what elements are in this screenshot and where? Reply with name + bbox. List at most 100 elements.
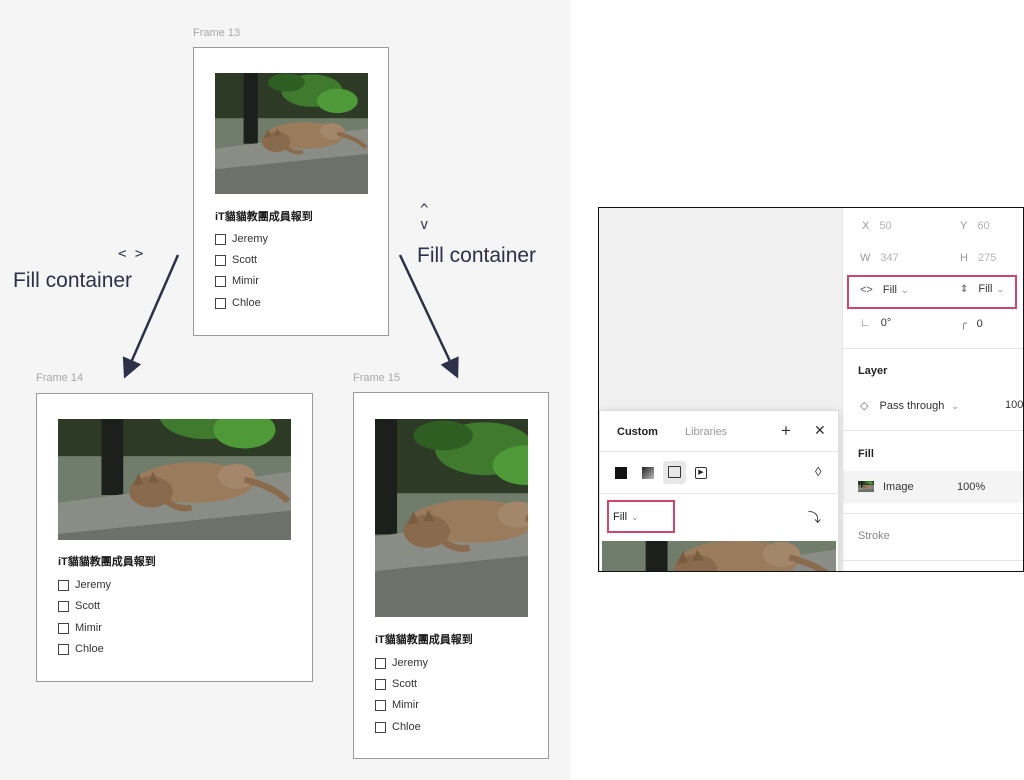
checkbox-item-mimir[interactable]: Mimir xyxy=(58,622,102,634)
frame-14-label[interactable]: Frame 14 xyxy=(36,372,83,384)
tab-custom[interactable]: Custom xyxy=(617,426,658,438)
add-icon[interactable]: + xyxy=(781,422,791,439)
y-value[interactable]: 60 xyxy=(977,220,989,232)
cat-photo xyxy=(58,419,291,540)
checkbox[interactable] xyxy=(215,297,226,309)
checkbox-item-scott[interactable]: Scott xyxy=(215,254,257,266)
design-properties-panel: X 50 Y 60 W 347 H 275 <> Fill ⌄ ⇕ Fill ⌄ ∟ 0° ╭ 0 … xyxy=(842,208,1023,571)
checkbox-label: Chloe xyxy=(392,721,421,733)
cat-photo xyxy=(215,73,368,194)
x-field[interactable]: X 50 xyxy=(862,220,892,232)
image-scale-mode-dropdown[interactable]: Fill ⌄ xyxy=(613,511,639,523)
gradient-fill-icon[interactable] xyxy=(642,467,654,479)
layer-section-title: Layer xyxy=(858,365,888,377)
height-field[interactable]: H 275 xyxy=(960,252,996,264)
vertical-resize-icon: ⇕ xyxy=(960,284,969,295)
horizontal-resizing-dropdown[interactable]: <> Fill ⌄ xyxy=(860,284,908,296)
checkbox-label: Jeremy xyxy=(392,657,429,669)
checkbox-label: Scott xyxy=(392,678,418,690)
checkbox-item-chloe[interactable]: Chloe xyxy=(215,297,261,309)
image-icon xyxy=(668,466,681,478)
checkbox-item-scott[interactable]: Scott xyxy=(58,600,100,612)
x-label: X xyxy=(862,220,870,232)
solid-fill-icon[interactable] xyxy=(615,467,627,479)
rotation-field[interactable]: ∟ 0° xyxy=(860,317,891,329)
w-value[interactable]: 347 xyxy=(880,252,898,264)
chevron-down-icon: ⌄ xyxy=(996,284,1004,294)
checkbox-item-mimir[interactable]: Mimir xyxy=(215,275,259,287)
arrow-left xyxy=(122,254,180,379)
vertical-resizing-dropdown[interactable]: ⇕ Fill ⌄ xyxy=(960,283,1004,295)
h-value[interactable]: 275 xyxy=(978,252,996,264)
checkbox-label: Chloe xyxy=(232,297,261,309)
checkbox[interactable] xyxy=(215,254,226,266)
blend-drop-icon[interactable]: ◊ xyxy=(815,465,821,478)
close-icon[interactable]: ✕ xyxy=(814,423,826,437)
arrow-right xyxy=(398,254,459,379)
image-fill-tab[interactable] xyxy=(663,461,686,484)
blend-mode-icon: ◇ xyxy=(860,400,869,412)
x-value[interactable]: 50 xyxy=(879,220,891,232)
design-canvas[interactable]: Frame 13 iT貓貓教團成員報到 Jeremy Scott Mimir C… xyxy=(0,0,570,780)
checkbox-label: Mimir xyxy=(75,622,102,634)
checkbox[interactable] xyxy=(375,721,386,733)
corner-radius-icon: ╭ xyxy=(960,318,967,330)
vertical-resize-icon-down: v xyxy=(420,217,429,233)
checkbox[interactable] xyxy=(58,643,69,655)
checkbox[interactable] xyxy=(58,622,69,634)
corner-radius-field[interactable]: ╭ 0 xyxy=(960,317,983,330)
fill-image-thumbnail[interactable] xyxy=(858,481,874,492)
stroke-section-title: Stroke xyxy=(858,530,890,542)
checkbox-item-jeremy[interactable]: Jeremy xyxy=(215,233,268,245)
properties-panel-screenshot: X 50 Y 60 W 347 H 275 <> Fill ⌄ ⇕ Fill ⌄ ∟ 0° ╭ 0 … xyxy=(598,207,1024,572)
checkbox[interactable] xyxy=(375,657,386,669)
rotation-value[interactable]: 0° xyxy=(881,317,892,329)
video-fill-icon[interactable]: ▶ xyxy=(695,467,707,479)
horizontal-resize-icon: < > xyxy=(118,246,144,262)
frame-14[interactable]: iT貓貓教團成員報到 Jeremy Scott Mimir Chloe xyxy=(36,393,313,682)
checkbox-label: Jeremy xyxy=(75,579,112,591)
checkbox[interactable] xyxy=(215,233,226,245)
checkbox[interactable] xyxy=(215,275,226,287)
blend-mode-dropdown[interactable]: ◇ Pass through ⌄ xyxy=(860,399,959,412)
fill-type-label[interactable]: Image xyxy=(883,481,914,493)
blend-mode-value: Pass through xyxy=(879,400,945,412)
checkbox-item-scott[interactable]: Scott xyxy=(375,678,417,690)
checkbox[interactable] xyxy=(375,699,386,711)
h-label: H xyxy=(960,252,968,264)
radius-value[interactable]: 0 xyxy=(977,318,983,330)
y-label: Y xyxy=(960,220,968,232)
checkbox-item-mimir[interactable]: Mimir xyxy=(375,699,419,711)
scale-mode-value: Fill xyxy=(613,511,628,523)
checkbox-label: Chloe xyxy=(75,643,104,655)
width-field[interactable]: W 347 xyxy=(860,252,899,264)
rotation-icon: ∟ xyxy=(860,317,871,329)
card-title: iT貓貓教團成員報到 xyxy=(375,634,473,646)
checkbox[interactable] xyxy=(58,579,69,591)
divider xyxy=(843,430,1023,431)
checkbox-item-chloe[interactable]: Chloe xyxy=(375,721,421,733)
checkbox[interactable] xyxy=(375,678,386,690)
fill-opacity-value[interactable]: 100% xyxy=(957,481,985,493)
y-field[interactable]: Y 60 xyxy=(960,220,990,232)
layer-opacity-value[interactable]: 100 xyxy=(1005,399,1023,411)
checkbox-item-jeremy[interactable]: Jeremy xyxy=(58,579,111,591)
chevron-down-icon: ⌄ xyxy=(631,512,639,522)
image-preview[interactable] xyxy=(602,541,836,572)
frame-13-label[interactable]: Frame 13 xyxy=(193,27,240,39)
frame-13[interactable]: iT貓貓教團成員報到 Jeremy Scott Mimir Chloe xyxy=(193,47,389,336)
frame-15-label[interactable]: Frame 15 xyxy=(353,372,400,384)
cat-photo xyxy=(375,419,528,617)
checkbox-label: Jeremy xyxy=(232,233,269,245)
checkbox[interactable] xyxy=(58,600,69,612)
checkbox-item-jeremy[interactable]: Jeremy xyxy=(375,657,428,669)
chevron-down-icon: ⌄ xyxy=(900,285,909,295)
divider xyxy=(843,513,1023,514)
tab-libraries[interactable]: Libraries xyxy=(685,426,727,438)
checkbox-label: Mimir xyxy=(232,275,259,287)
chevron-down-icon: ⌄ xyxy=(951,401,959,411)
divider xyxy=(600,493,840,494)
frame-15[interactable]: iT貓貓教團成員報到 Jeremy Scott Mimir Chloe xyxy=(353,392,549,759)
rotate-image-icon[interactable]: ⤵ xyxy=(808,511,821,524)
checkbox-item-chloe[interactable]: Chloe xyxy=(58,643,104,655)
